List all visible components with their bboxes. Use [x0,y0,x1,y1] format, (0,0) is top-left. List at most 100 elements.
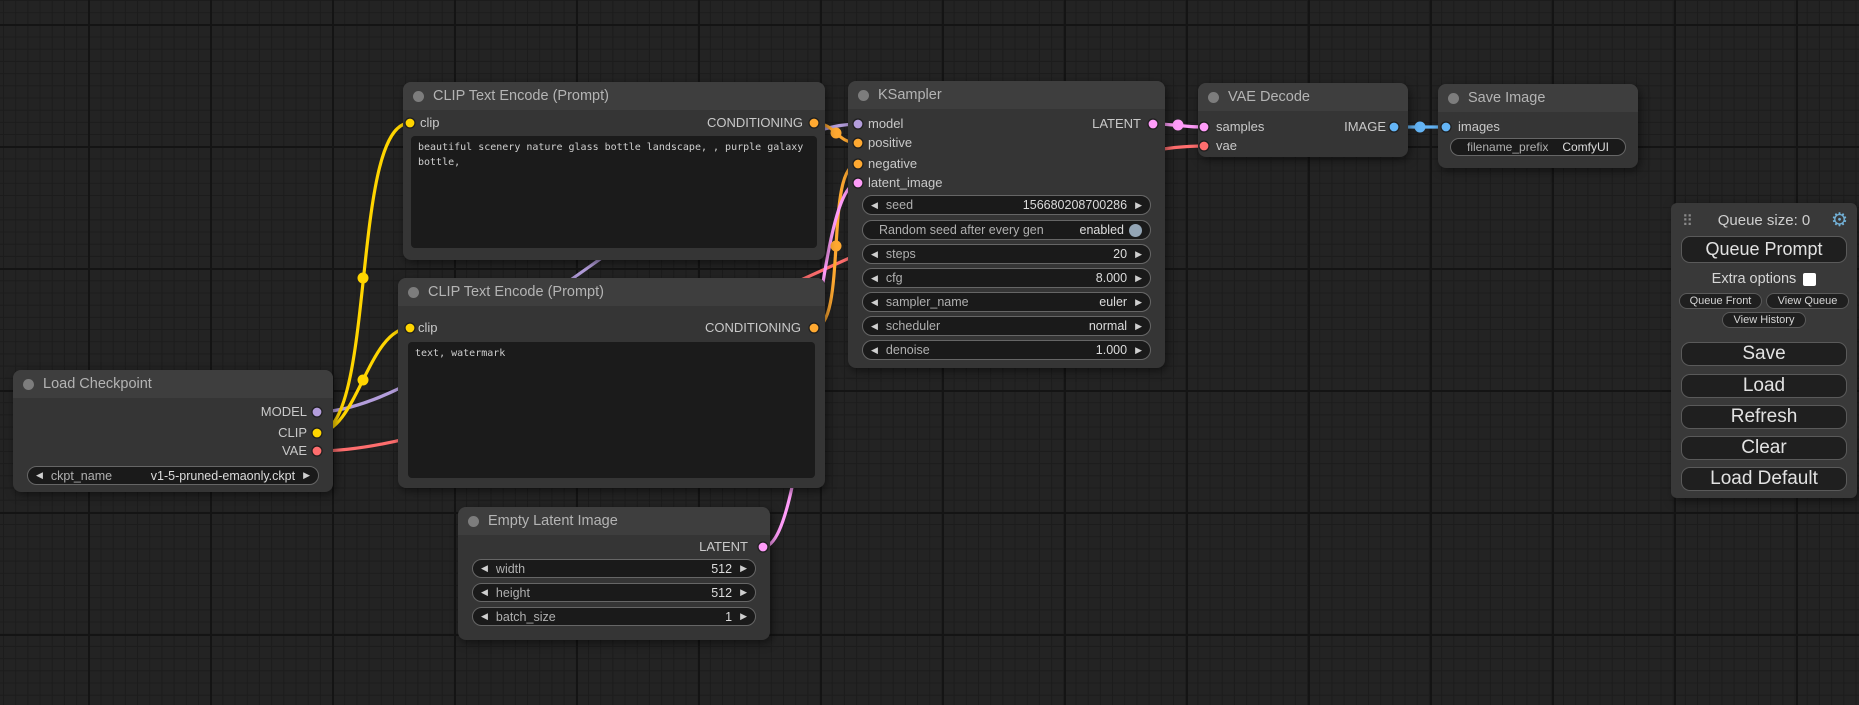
node-clip-text-encode-positive[interactable]: CLIP Text Encode (Prompt) clip CONDITION… [403,82,825,260]
increment-arrow-icon[interactable]: ▶ [740,564,747,573]
collapse-dot-icon[interactable] [858,90,869,101]
input-slot-samples: samples [1216,118,1264,136]
increment-arrow-icon[interactable]: ▶ [1135,298,1142,307]
decrement-arrow-icon[interactable]: ◀ [36,471,43,480]
node-save-image[interactable]: Save Image images filename_prefix ComfyU… [1438,84,1638,168]
widget-value: 8.000 [1096,271,1127,285]
prompt-textarea[interactable]: beautiful scenery nature glass bottle la… [411,136,817,248]
link-midpoint-dot[interactable] [831,241,842,252]
increment-arrow-icon[interactable]: ▶ [303,471,310,480]
node-ksampler[interactable]: KSampler model positive negative latent_… [848,81,1165,368]
increment-arrow-icon[interactable]: ▶ [1135,250,1142,259]
node-titlebar[interactable]: Load Checkpoint [13,370,333,398]
decrement-arrow-icon[interactable]: ◀ [481,612,488,621]
prompt-textarea[interactable]: text, watermark [408,342,815,478]
increment-arrow-icon[interactable]: ▶ [1135,274,1142,283]
widget-denoise[interactable]: ◀ denoise 1.000 ▶ [862,340,1151,360]
widget-value: euler [1099,295,1127,309]
collapse-dot-icon[interactable] [23,379,34,390]
output-slot-vae: VAE [282,442,307,460]
input-slot-latent-image: latent_image [868,174,942,192]
node-titlebar[interactable]: CLIP Text Encode (Prompt) [398,278,825,306]
link-midpoint-dot[interactable] [358,375,369,386]
settings-gear-icon[interactable]: ⚙ [1831,210,1848,232]
decrement-arrow-icon[interactable]: ◀ [871,250,878,259]
decrement-arrow-icon[interactable]: ◀ [481,564,488,573]
load-default-button[interactable]: Load Default [1681,467,1847,491]
decrement-arrow-icon[interactable]: ◀ [871,346,878,355]
node-titlebar[interactable]: Empty Latent Image [458,507,770,535]
output-slot-latent: LATENT [699,538,748,556]
decrement-arrow-icon[interactable]: ◀ [871,201,878,210]
link-midpoint-dot[interactable] [358,273,369,284]
node-titlebar[interactable]: VAE Decode [1198,83,1408,111]
save-button[interactable]: Save [1681,342,1847,366]
output-slot-conditioning: CONDITIONING [705,319,801,337]
view-history-button[interactable]: View History [1722,312,1806,328]
widget-sampler-name[interactable]: ◀ sampler_name euler ▶ [862,292,1151,312]
widget-value: ComfyUI [1562,140,1609,154]
toggle-circle-icon[interactable] [1129,224,1142,237]
node-title: VAE Decode [1228,89,1310,105]
widget-label: cfg [886,271,1088,285]
node-vae-decode[interactable]: VAE Decode samples vae IMAGE [1198,83,1408,157]
widget-random-seed-toggle[interactable]: Random seed after every gen enabled [862,220,1151,240]
link-midpoint-dot[interactable] [1415,122,1426,133]
widget-width[interactable]: ◀ width 512 ▶ [472,559,756,578]
widget-value: 156680208700286 [1023,198,1127,212]
node-title: Empty Latent Image [488,513,618,529]
output-slot-latent: LATENT [1092,115,1141,133]
node-title: Load Checkpoint [43,376,152,392]
node-titlebar[interactable]: Save Image [1438,84,1638,112]
widget-label: batch_size [496,610,717,624]
queue-front-button[interactable]: Queue Front [1679,293,1762,309]
decrement-arrow-icon[interactable]: ◀ [871,322,878,331]
widget-label: scheduler [886,319,1081,333]
widget-label: width [496,562,703,576]
node-empty-latent-image[interactable]: Empty Latent Image LATENT ◀ width 512 ▶ … [458,507,770,640]
widget-label: Random seed after every gen [879,223,1072,237]
node-clip-text-encode-negative[interactable]: CLIP Text Encode (Prompt) clip CONDITION… [398,278,825,488]
view-queue-button[interactable]: View Queue [1766,293,1849,309]
increment-arrow-icon[interactable]: ▶ [1135,201,1142,210]
widget-seed[interactable]: ◀ seed 156680208700286 ▶ [862,195,1151,215]
collapse-dot-icon[interactable] [1208,92,1219,103]
widget-ckpt-name[interactable]: ◀ ckpt_name v1-5-pruned-emaonly.ckpt ▶ [27,466,319,485]
node-load-checkpoint[interactable]: Load Checkpoint MODEL CLIP VAE ◀ ckpt_na… [13,370,333,492]
collapse-dot-icon[interactable] [408,287,419,298]
widget-steps[interactable]: ◀ steps 20 ▶ [862,244,1151,264]
decrement-arrow-icon[interactable]: ◀ [871,298,878,307]
node-graph-canvas[interactable]: Load Checkpoint MODEL CLIP VAE ◀ ckpt_na… [0,0,1859,705]
extra-options-checkbox[interactable] [1803,273,1816,286]
decrement-arrow-icon[interactable]: ◀ [871,274,878,283]
widget-label: filename_prefix [1467,140,1554,154]
collapse-dot-icon[interactable] [468,516,479,527]
increment-arrow-icon[interactable]: ▶ [740,612,747,621]
output-slot-clip: CLIP [278,424,307,442]
increment-arrow-icon[interactable]: ▶ [1135,346,1142,355]
widget-scheduler[interactable]: ◀ scheduler normal ▶ [862,316,1151,336]
node-titlebar[interactable]: KSampler [848,81,1165,109]
load-button[interactable]: Load [1681,374,1847,398]
collapse-dot-icon[interactable] [413,91,424,102]
input-slot-vae: vae [1216,137,1237,155]
refresh-button[interactable]: Refresh [1681,405,1847,429]
output-slot-image: IMAGE [1344,118,1386,136]
link-midpoint-dot[interactable] [1173,120,1184,131]
widget-label: denoise [886,343,1088,357]
clear-button[interactable]: Clear [1681,436,1847,460]
widget-filename-prefix[interactable]: filename_prefix ComfyUI [1450,138,1626,156]
widget-height[interactable]: ◀ height 512 ▶ [472,583,756,602]
input-slot-model: model [868,115,903,133]
link-midpoint-dot[interactable] [831,128,842,139]
input-slot-clip: clip [420,114,440,132]
increment-arrow-icon[interactable]: ▶ [1135,322,1142,331]
decrement-arrow-icon[interactable]: ◀ [481,588,488,597]
collapse-dot-icon[interactable] [1448,93,1459,104]
widget-cfg[interactable]: ◀ cfg 8.000 ▶ [862,268,1151,288]
queue-prompt-button[interactable]: Queue Prompt [1681,236,1847,263]
node-titlebar[interactable]: CLIP Text Encode (Prompt) [403,82,825,110]
input-slot-negative: negative [868,155,917,173]
widget-batch-size[interactable]: ◀ batch_size 1 ▶ [472,607,756,626]
increment-arrow-icon[interactable]: ▶ [740,588,747,597]
